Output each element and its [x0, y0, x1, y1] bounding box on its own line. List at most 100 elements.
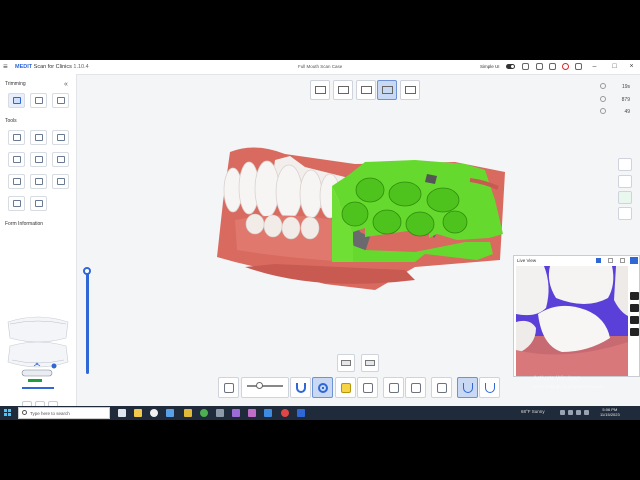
- app-icon-2[interactable]: [232, 409, 240, 417]
- network-icon[interactable]: [576, 410, 581, 415]
- record-icon[interactable]: [562, 63, 569, 70]
- tray-button[interactable]: [357, 377, 378, 398]
- filter-button[interactable]: [218, 377, 239, 398]
- app-title: MEDIT Scan for Clinics 1.10.4: [15, 63, 89, 71]
- checklist-icon: [405, 86, 416, 94]
- app-window: ≡ MEDIT Scan for Clinics 1.10.4 Full Mou…: [0, 60, 640, 420]
- tool-color[interactable]: [30, 130, 47, 145]
- tool-bite[interactable]: [52, 152, 69, 167]
- maxilla-icon: [338, 86, 349, 94]
- collapse-panel-icon[interactable]: «: [64, 81, 68, 88]
- minimize-icon[interactable]: –: [590, 62, 599, 71]
- view-mode-button[interactable]: [618, 158, 632, 171]
- tool-copy[interactable]: [8, 152, 25, 167]
- screenshot-icon[interactable]: [549, 63, 556, 70]
- video-icon[interactable]: [630, 304, 639, 312]
- lower-arch-button[interactable]: [479, 377, 500, 398]
- simple-ui-toggle[interactable]: [506, 64, 515, 69]
- taskbar-search-placeholder: Type here to search: [30, 411, 70, 416]
- tool-capture[interactable]: [30, 174, 47, 189]
- medit-taskbar-icon[interactable]: [297, 409, 305, 417]
- 3d-scan-model: [217, 147, 505, 290]
- maximize-icon[interactable]: □: [610, 62, 619, 71]
- select-area-icon: [13, 97, 21, 104]
- zoom-button[interactable]: [383, 377, 404, 398]
- edit-stage-button[interactable]: [310, 80, 330, 100]
- close-icon[interactable]: ×: [627, 62, 636, 71]
- upper-jaw-toggle[interactable]: [337, 354, 355, 372]
- windows-start-icon[interactable]: [4, 409, 11, 416]
- recorder-icon[interactable]: [281, 409, 289, 417]
- form-information-label: Form Information: [5, 221, 44, 227]
- live-view-panel: Live View: [513, 255, 640, 377]
- settings-gear-icon[interactable]: [522, 63, 529, 70]
- trim-lasso-tool[interactable]: [30, 93, 47, 108]
- app-icon-4[interactable]: [264, 409, 272, 417]
- model-icon: [35, 200, 43, 207]
- occlusion-stage-button[interactable]: [377, 80, 397, 100]
- chrome-icon[interactable]: [200, 409, 208, 417]
- tool-model[interactable]: [30, 196, 47, 211]
- color-reliability-button[interactable]: [618, 191, 632, 204]
- live-view-expand-icon[interactable]: [620, 258, 625, 263]
- magnet-button[interactable]: [290, 377, 311, 398]
- app-name: Scan for Clinics: [32, 64, 72, 70]
- trim-select-tool[interactable]: [8, 93, 25, 108]
- upper-arch-icon: [463, 383, 473, 393]
- range-handle[interactable]: [256, 382, 263, 389]
- ai-filter-button[interactable]: [335, 377, 356, 398]
- file-explorer-icon[interactable]: [134, 409, 142, 417]
- zoom-slider-track[interactable]: [86, 270, 89, 374]
- message-icon[interactable]: [575, 63, 582, 70]
- live-view-pin-icon[interactable]: [630, 257, 638, 264]
- tray-icon-2[interactable]: [568, 410, 573, 415]
- help-icon[interactable]: [536, 63, 543, 70]
- maxilla-stage-button[interactable]: [333, 80, 353, 100]
- mandible-stage-button[interactable]: [356, 80, 376, 100]
- gear-icon[interactable]: [630, 328, 639, 336]
- upper-arch-button[interactable]: [457, 377, 478, 398]
- hamburger-menu-icon[interactable]: ≡: [3, 63, 11, 71]
- tray-icon-1[interactable]: [560, 410, 565, 415]
- scan-range-slider[interactable]: [241, 377, 289, 398]
- upper-jaw-icon: [341, 360, 351, 366]
- volume-icon[interactable]: [584, 410, 589, 415]
- live-view-mode-icon[interactable]: [596, 258, 601, 263]
- layer-button[interactable]: [618, 207, 632, 220]
- tool-lock-area[interactable]: [8, 130, 25, 145]
- tool-tray[interactable]: [52, 130, 69, 145]
- delete-button[interactable]: [405, 377, 426, 398]
- taskbar-search-input[interactable]: Type here to search: [18, 407, 110, 419]
- activate-windows-watermark: Activate Windows: [533, 376, 581, 382]
- trim-brush-tool[interactable]: [52, 93, 69, 108]
- tool-measure[interactable]: [52, 174, 69, 189]
- notes-button[interactable]: [431, 377, 452, 398]
- app-icon-3[interactable]: [248, 409, 256, 417]
- scanner-device-icon: [21, 362, 57, 389]
- tool-fill[interactable]: [30, 152, 47, 167]
- complete-stage-button[interactable]: [400, 80, 420, 100]
- app-icon-1[interactable]: [216, 409, 224, 417]
- live-view-option-icon[interactable]: [608, 258, 613, 263]
- audio-icon[interactable]: [630, 316, 639, 324]
- taskbar-clock[interactable]: 5:06 PM 11/15/2023: [600, 407, 620, 417]
- tool-scan-body[interactable]: [8, 196, 25, 211]
- tool-play[interactable]: [8, 174, 25, 189]
- ai-icon: [341, 383, 351, 393]
- play-icon: [13, 178, 21, 185]
- color-drop-icon: [35, 134, 43, 141]
- zoom-icon: [389, 383, 399, 393]
- edge-icon[interactable]: [150, 409, 158, 417]
- lower-jaw-toggle[interactable]: [361, 354, 379, 372]
- scan-time: 19s: [621, 84, 630, 90]
- trimming-label: Trimming: [5, 81, 26, 87]
- folder-icon[interactable]: [184, 409, 192, 417]
- zoom-slider-handle[interactable]: [83, 267, 91, 275]
- task-view-icon[interactable]: [118, 409, 126, 417]
- stop-scan-button[interactable]: [312, 377, 333, 398]
- store-icon[interactable]: [166, 409, 174, 417]
- reset-view-button[interactable]: [618, 175, 632, 188]
- camera-icon[interactable]: [630, 292, 639, 300]
- weather-widget[interactable]: 68°F Sunny: [521, 409, 545, 414]
- lasso-icon: [35, 97, 43, 104]
